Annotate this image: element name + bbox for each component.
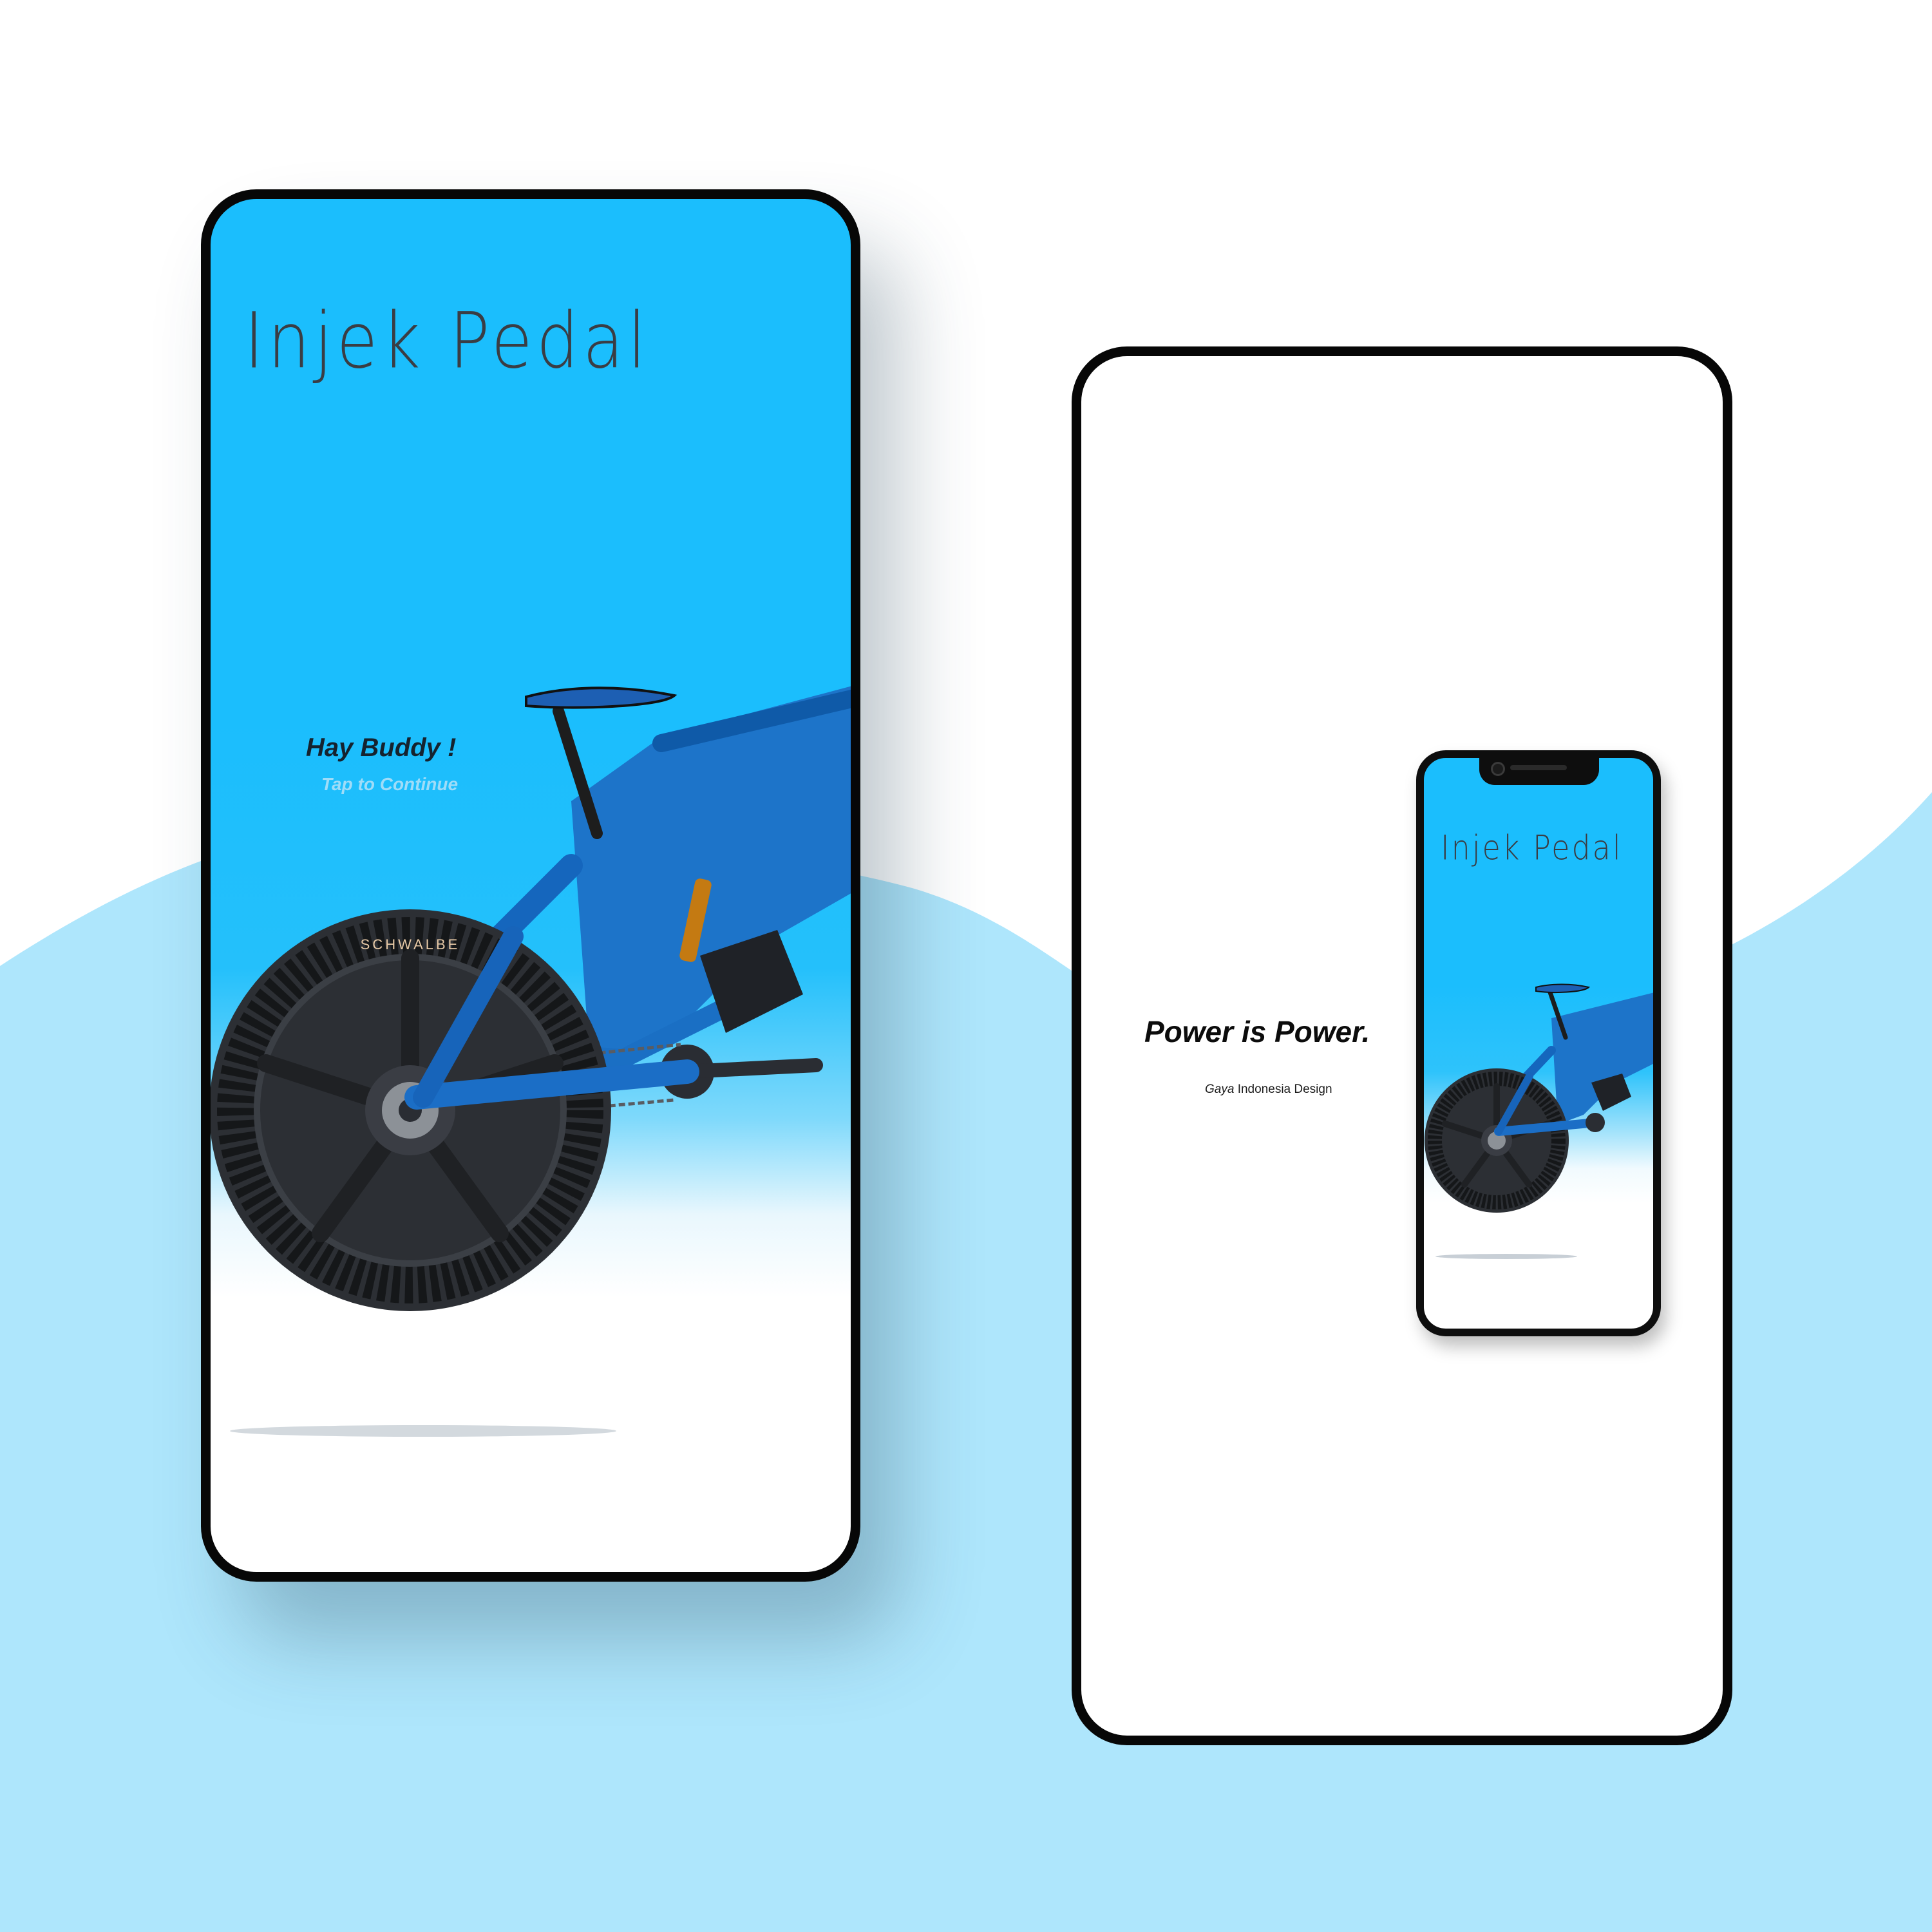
tagline-screen-phone: Power is Power. Gaya Indonesia Design In…: [1072, 346, 1732, 1745]
phone-notch: [1479, 758, 1599, 785]
subtitle-italic: Gaya: [1205, 1083, 1235, 1096]
headline-text: Power is Power.: [1144, 1015, 1370, 1048]
svg-text:SCHWALBE: SCHWALBE: [361, 936, 460, 952]
speaker-grille: [1510, 765, 1567, 770]
splash-screen-phone: Injek Pedal Hay Buddy ! Tap to Continue: [201, 189, 860, 1582]
preview-brand-logo: Injek Pedal: [1441, 828, 1623, 868]
subtitle-text: Gaya Indonesia Design: [1205, 1083, 1332, 1097]
subtitle-rest: Indonesia Design: [1234, 1083, 1332, 1096]
bike-image: SCHWALBE: [211, 686, 851, 1437]
phone-preview-mockup: Injek Pedal: [1416, 750, 1661, 1336]
preview-bike-image: [1425, 983, 1653, 1259]
camera-icon: [1491, 762, 1505, 776]
brand-logo: Injek Pedal: [244, 296, 650, 386]
